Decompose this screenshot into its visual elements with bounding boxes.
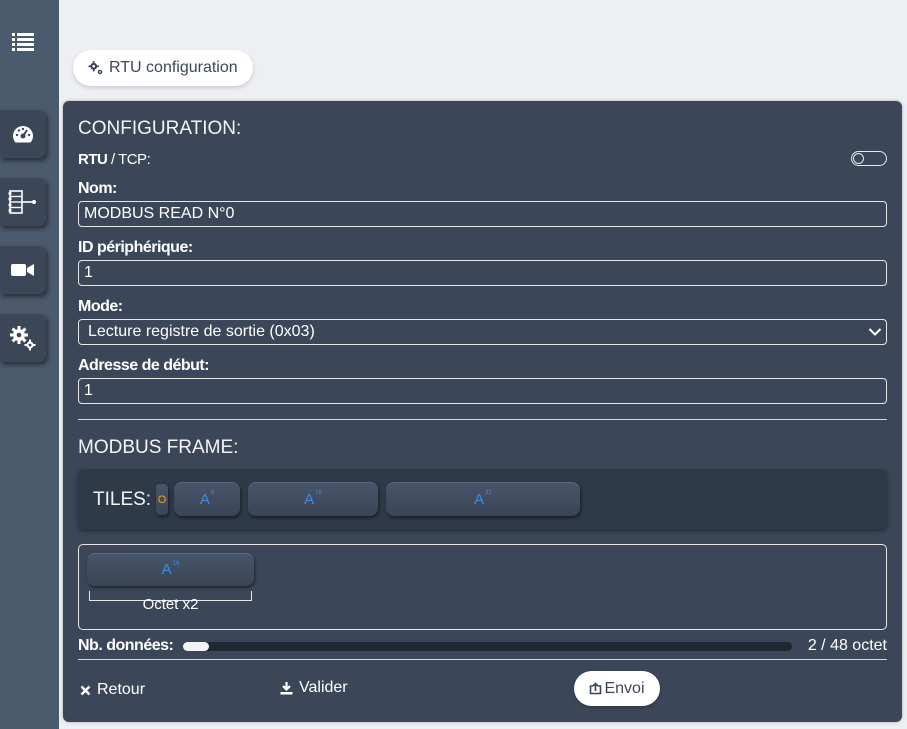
mode-select-value: Lecture registre de sortie (0x03) bbox=[88, 323, 315, 340]
tile-size: 16 bbox=[172, 560, 180, 567]
toggle-knob bbox=[853, 153, 864, 164]
tile-letter: A bbox=[474, 490, 485, 508]
mini-tile-glyph: O bbox=[157, 493, 167, 506]
envoi-label: Envoi bbox=[604, 679, 645, 697]
retour-button[interactable]: Retour bbox=[80, 681, 145, 699]
tile-8[interactable]: A8 bbox=[174, 482, 240, 516]
envoi-button[interactable]: Envoi bbox=[574, 671, 660, 706]
sidebar bbox=[0, 0, 59, 729]
data-count-value: 2 / 48 octet bbox=[807, 637, 887, 654]
network-tree-icon bbox=[8, 189, 36, 214]
tile-size: 32 bbox=[485, 490, 492, 496]
video-camera-icon bbox=[11, 263, 34, 276]
tile-size: 16 bbox=[315, 490, 322, 496]
valider-button[interactable]: Valider bbox=[280, 679, 348, 697]
list-icon bbox=[12, 33, 34, 51]
gears-icon bbox=[88, 61, 103, 75]
nom-input[interactable]: MODBUS READ N°0 bbox=[78, 201, 887, 227]
retour-label: Retour bbox=[97, 681, 146, 698]
device-id-input[interactable]: 1 bbox=[78, 260, 887, 286]
tile-16[interactable]: A 16 bbox=[248, 482, 378, 516]
rtu-tcp-toggle[interactable] bbox=[851, 151, 887, 166]
tiles-label: TILES: bbox=[93, 489, 152, 510]
tile-32[interactable]: A 32 bbox=[386, 482, 580, 516]
progress-fill bbox=[183, 642, 209, 651]
frame-tile-16[interactable]: A 16 bbox=[87, 553, 254, 586]
gears-icon bbox=[10, 325, 36, 350]
sidebar-item-network[interactable] bbox=[0, 177, 46, 226]
tiles-bar: TILES: O A8 A 16 A 32 bbox=[78, 469, 887, 529]
mode-label: Mode: bbox=[78, 298, 123, 315]
upload-box-icon bbox=[590, 682, 602, 695]
sidebar-item-settings[interactable] bbox=[0, 313, 46, 362]
rtu-configuration-label: RTU configuration bbox=[109, 59, 238, 76]
valider-label: Valider bbox=[299, 679, 348, 696]
menu-button[interactable] bbox=[0, 22, 46, 62]
rtu-tcp-label: RTU / TCP: bbox=[78, 151, 151, 168]
divider bbox=[78, 419, 887, 420]
configuration-heading: CONFIGURATION: bbox=[78, 118, 242, 139]
rtu-label: RTU bbox=[78, 151, 108, 168]
close-icon bbox=[80, 685, 91, 695]
device-id-label: ID périphérique: bbox=[78, 239, 193, 256]
divider bbox=[78, 659, 887, 660]
modbus-frame-heading: MODBUS FRAME: bbox=[78, 437, 239, 458]
start-address-label: Adresse de début: bbox=[78, 357, 210, 374]
dashboard-gauge-icon bbox=[13, 125, 33, 142]
mode-select[interactable]: Lecture registre de sortie (0x03) bbox=[78, 319, 887, 345]
tile-letter: A bbox=[161, 561, 172, 578]
tile-letter: A bbox=[199, 490, 210, 508]
data-count-label: Nb. données: bbox=[78, 637, 174, 654]
frame-drop-area[interactable]: A 16 Octet x2 bbox=[78, 544, 887, 630]
rtu-configuration-tab[interactable]: RTU configuration bbox=[73, 50, 253, 86]
start-address-input[interactable]: 1 bbox=[78, 378, 887, 404]
tile-letter: A bbox=[304, 490, 315, 508]
octet-label: Octet x2 bbox=[142, 596, 199, 613]
sidebar-item-dashboard[interactable] bbox=[0, 109, 46, 158]
tcp-label: TCP: bbox=[118, 151, 151, 168]
chevron-down-icon bbox=[868, 328, 882, 336]
tile-size: 8 bbox=[210, 490, 215, 496]
sidebar-item-camera[interactable] bbox=[0, 245, 46, 294]
download-icon bbox=[280, 682, 293, 695]
mini-tile[interactable]: O bbox=[156, 484, 168, 515]
data-count-progress bbox=[183, 642, 792, 651]
nom-label: Nom: bbox=[78, 180, 117, 197]
configuration-panel: CONFIGURATION: RTU / TCP: Nom: MODBUS RE… bbox=[63, 101, 902, 722]
separator: / bbox=[107, 151, 119, 168]
